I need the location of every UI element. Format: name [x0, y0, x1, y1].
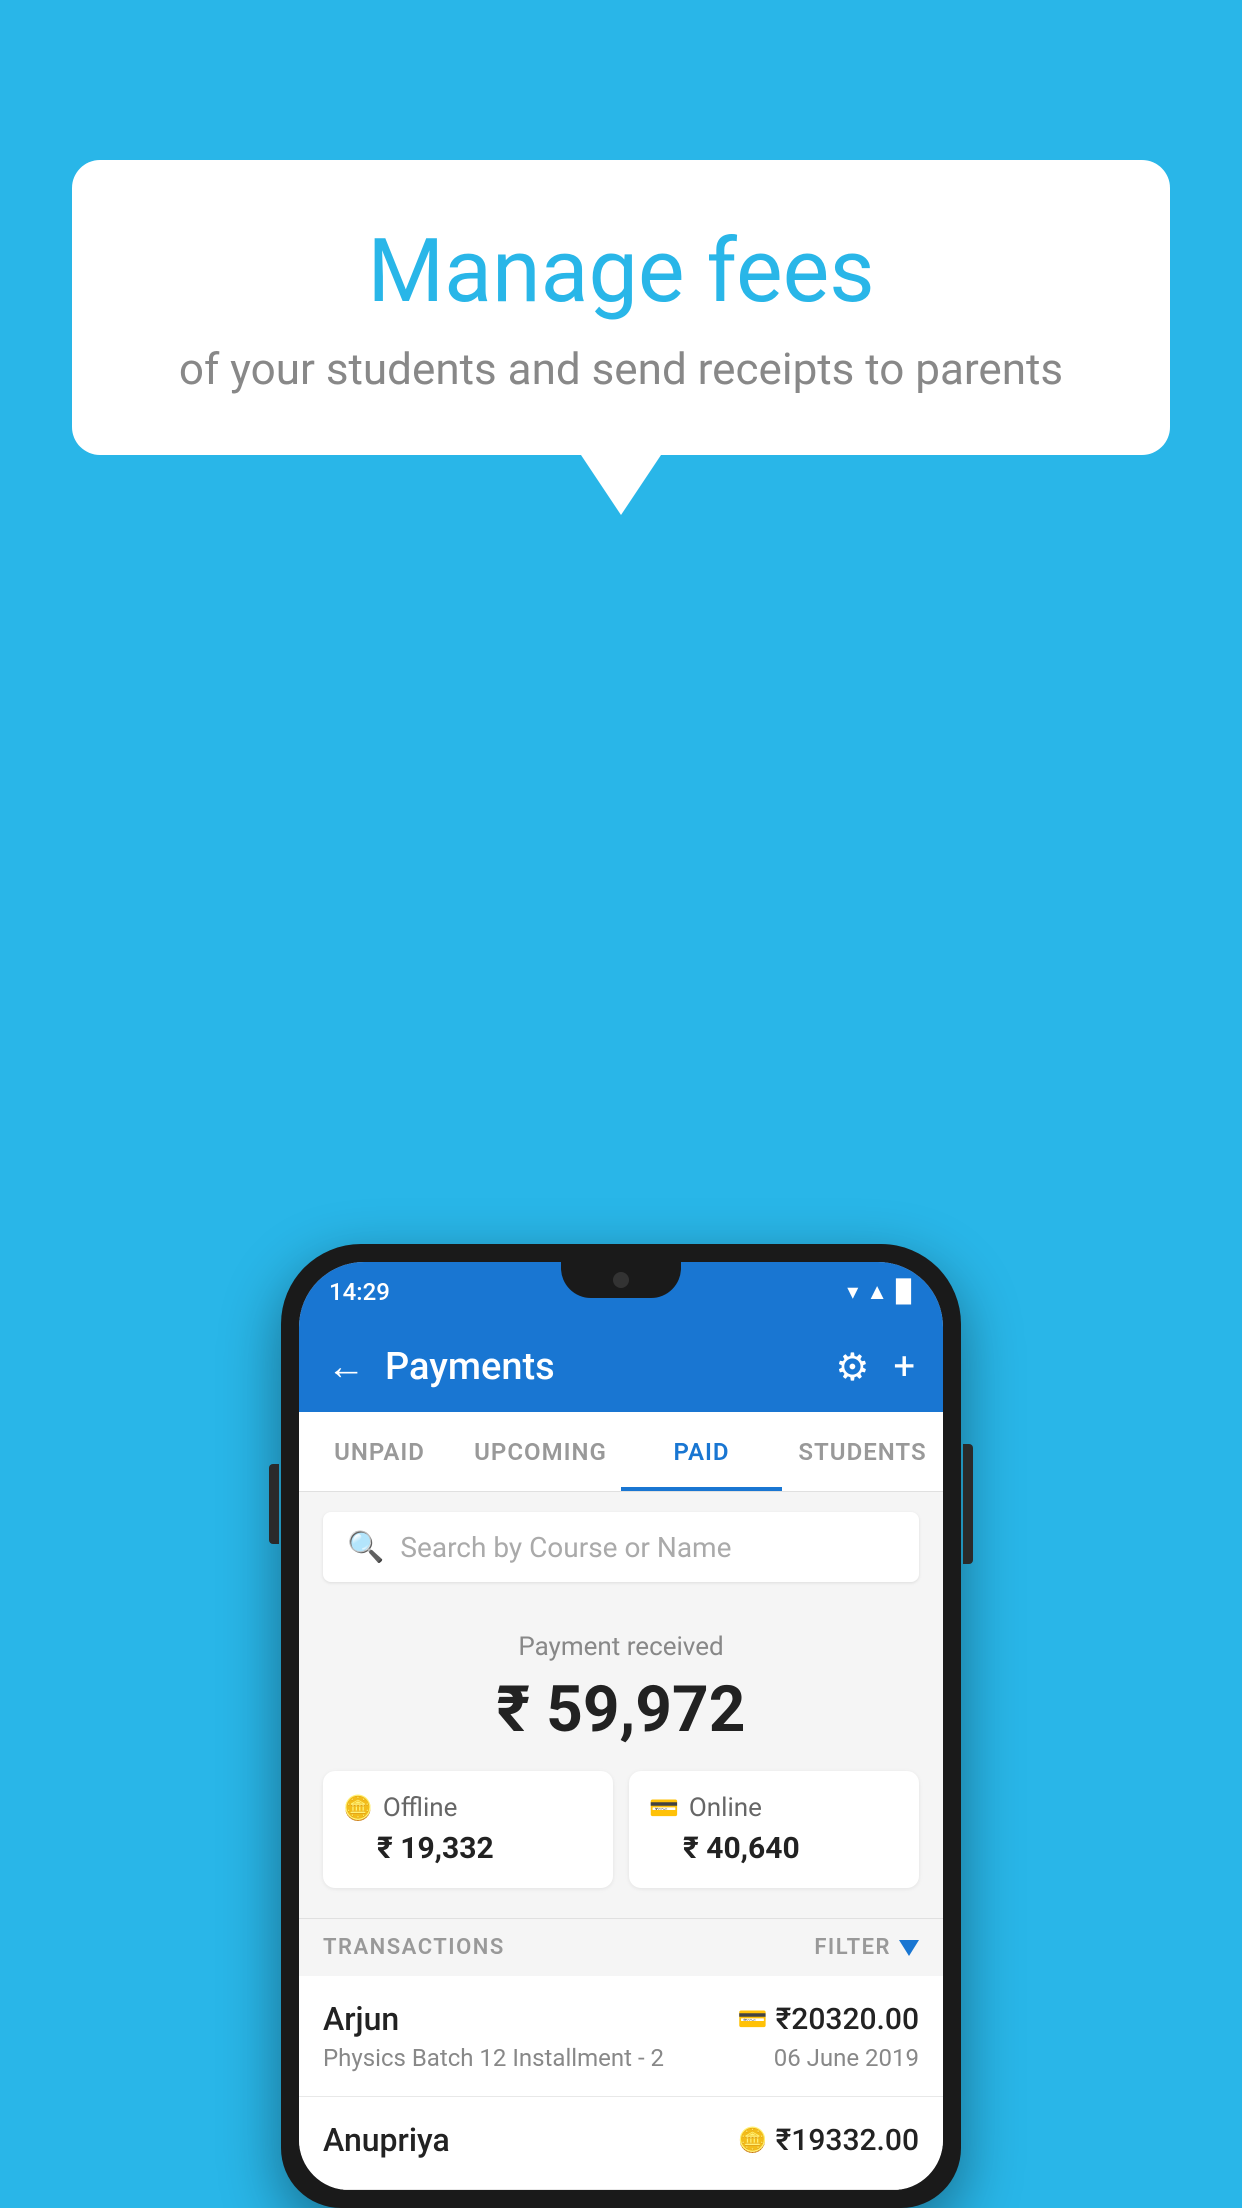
- tab-unpaid[interactable]: UNPAID: [299, 1412, 460, 1491]
- transaction-top: Anupriya 🪙 ₹19332.00: [323, 2121, 919, 2159]
- offline-method-icon: 🪙: [738, 2126, 768, 2154]
- transaction-amount-container: 💳 ₹20320.00: [738, 2002, 919, 2037]
- status-icons: ▾ ▲ ▉: [847, 1279, 913, 1305]
- phone-outer: 14:29 ▾ ▲ ▉ ← Payments ⚙ +: [281, 1244, 961, 2208]
- battery-icon: ▉: [896, 1280, 913, 1305]
- offline-label: Offline: [383, 1793, 458, 1823]
- transaction-date: 06 June 2019: [774, 2044, 919, 2072]
- transaction-name: Anupriya: [323, 2121, 450, 2159]
- tabs-bar: UNPAID UPCOMING PAID STUDENTS: [299, 1412, 943, 1492]
- transactions-label: TRANSACTIONS: [323, 1935, 505, 1960]
- transaction-row[interactable]: Anupriya 🪙 ₹19332.00: [299, 2097, 943, 2190]
- filter-icon: [899, 1940, 919, 1956]
- online-card-header: 💳 Online: [649, 1793, 899, 1823]
- online-card: 💳 Online ₹ 40,640: [629, 1771, 919, 1888]
- transaction-row[interactable]: Arjun 💳 ₹20320.00 Physics Batch 12 Insta…: [299, 1976, 943, 2097]
- notch: [561, 1262, 681, 1298]
- gear-icon[interactable]: ⚙: [835, 1345, 869, 1390]
- tab-paid[interactable]: PAID: [621, 1412, 782, 1491]
- card-method-icon: 💳: [738, 2005, 768, 2033]
- speech-bubble-tail: [581, 455, 661, 515]
- offline-amount: ₹ 19,332: [343, 1831, 593, 1866]
- online-icon: 💳: [649, 1794, 679, 1822]
- filter-label: FILTER: [814, 1935, 891, 1960]
- phone-wrapper: 14:29 ▾ ▲ ▉ ← Payments ⚙ +: [281, 1244, 961, 2208]
- transaction-top: Arjun 💳 ₹20320.00: [323, 2000, 919, 2038]
- background: Manage fees of your students and send re…: [0, 0, 1242, 2208]
- speech-bubble-title: Manage fees: [152, 220, 1090, 323]
- transaction-course: Physics Batch 12 Installment - 2: [323, 2044, 664, 2072]
- phone-screen: 14:29 ▾ ▲ ▉ ← Payments ⚙ +: [299, 1262, 943, 2190]
- transactions-header: TRANSACTIONS FILTER: [299, 1918, 943, 1976]
- online-label: Online: [689, 1793, 762, 1823]
- search-container: 🔍 Search by Course or Name: [299, 1492, 943, 1602]
- offline-card: 🪙 Offline ₹ 19,332: [323, 1771, 613, 1888]
- search-input[interactable]: Search by Course or Name: [400, 1531, 731, 1564]
- search-box[interactable]: 🔍 Search by Course or Name: [323, 1512, 919, 1582]
- tab-students[interactable]: STUDENTS: [782, 1412, 943, 1491]
- camera-dot: [613, 1272, 629, 1288]
- transaction-bottom: Physics Batch 12 Installment - 2 06 June…: [323, 2044, 919, 2072]
- transaction-name: Arjun: [323, 2000, 399, 2038]
- tab-upcoming[interactable]: UPCOMING: [460, 1412, 621, 1491]
- payment-received-label: Payment received: [323, 1632, 919, 1662]
- plus-icon[interactable]: +: [893, 1345, 915, 1389]
- transaction-amount: ₹20320.00: [776, 2002, 919, 2037]
- payment-cards: 🪙 Offline ₹ 19,332 💳 Online ₹ 40,640: [323, 1771, 919, 1888]
- online-amount: ₹ 40,640: [649, 1831, 899, 1866]
- payment-total: ₹ 59,972: [323, 1672, 919, 1747]
- speech-bubble-container: Manage fees of your students and send re…: [72, 160, 1170, 515]
- speech-bubble-subtitle: of your students and send receipts to pa…: [152, 343, 1090, 395]
- transaction-amount: ₹19332.00: [776, 2123, 919, 2158]
- top-bar-icons: ⚙ +: [835, 1345, 915, 1390]
- payment-summary: Payment received ₹ 59,972 🪙 Offline ₹ 19…: [299, 1602, 943, 1918]
- page-title: Payments: [385, 1345, 815, 1389]
- wifi-icon: ▾: [847, 1280, 858, 1305]
- status-time: 14:29: [329, 1278, 390, 1306]
- back-button[interactable]: ←: [327, 1345, 365, 1389]
- top-bar: ← Payments ⚙ +: [299, 1322, 943, 1412]
- search-icon: 🔍: [347, 1530, 384, 1565]
- speech-bubble: Manage fees of your students and send re…: [72, 160, 1170, 455]
- signal-icon: ▲: [866, 1279, 888, 1305]
- transaction-amount-container: 🪙 ₹19332.00: [738, 2123, 919, 2158]
- offline-card-header: 🪙 Offline: [343, 1793, 593, 1823]
- offline-icon: 🪙: [343, 1794, 373, 1822]
- filter-button[interactable]: FILTER: [814, 1935, 919, 1960]
